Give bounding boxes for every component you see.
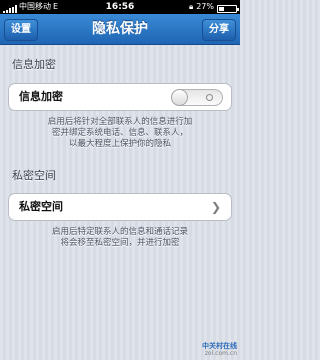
navigation-bar: 隐私保护 设置 分享 [0, 14, 240, 45]
private-space-note: 启用后特定联系人的信息和通话记录 将会移至私密空间，并进行加密 [14, 227, 226, 249]
watermark-url: zol.com.cn [204, 350, 237, 357]
private-space-note-line: 启用后特定联系人的信息和通话记录 [51, 227, 188, 237]
encryption-cell-label: 信息加密 [19, 90, 63, 103]
chevron-right-icon: ❯ [210, 200, 221, 214]
watermark-logo: 中关村在线 zol.com.cn [202, 342, 237, 358]
encryption-note-line: 密并绑定系统电话、信息、联系人， [51, 128, 188, 138]
battery-percent: 27% [196, 2, 214, 11]
settings-button[interactable]: 设置 [4, 19, 38, 41]
encryption-note-line: 启用后将针对全部联系人的信息进行加 [47, 117, 193, 127]
lock-icon: 🔒︎ [188, 2, 194, 11]
private-space-note-line: 将会移至私密空间，并进行加密 [60, 238, 180, 248]
toggle-knob [171, 89, 188, 106]
private-space-cell[interactable]: 私密空间 ❯ [8, 193, 232, 221]
encryption-note: 启用后将针对全部联系人的信息进行加 密并绑定系统电话、信息、联系人， 以最大程度… [14, 117, 226, 150]
watermark-brand: 中关村在线 [202, 342, 237, 350]
status-bar: 中国移动 E 16:56 🔒︎ 27% [0, 0, 240, 14]
encryption-toggle[interactable] [171, 89, 223, 106]
encryption-cell[interactable]: 信息加密 [8, 83, 232, 111]
encryption-section-title: 信息加密 [12, 58, 56, 71]
share-button[interactable]: 分享 [202, 19, 236, 41]
status-right: 🔒︎ 27% [188, 0, 239, 14]
private-space-cell-label: 私密空间 [19, 200, 63, 213]
private-space-section-title: 私密空间 [12, 169, 56, 182]
toggle-off-icon [206, 94, 213, 101]
battery-icon [217, 4, 239, 13]
encryption-note-line: 以最大程度上保护你的隐私 [68, 139, 171, 149]
